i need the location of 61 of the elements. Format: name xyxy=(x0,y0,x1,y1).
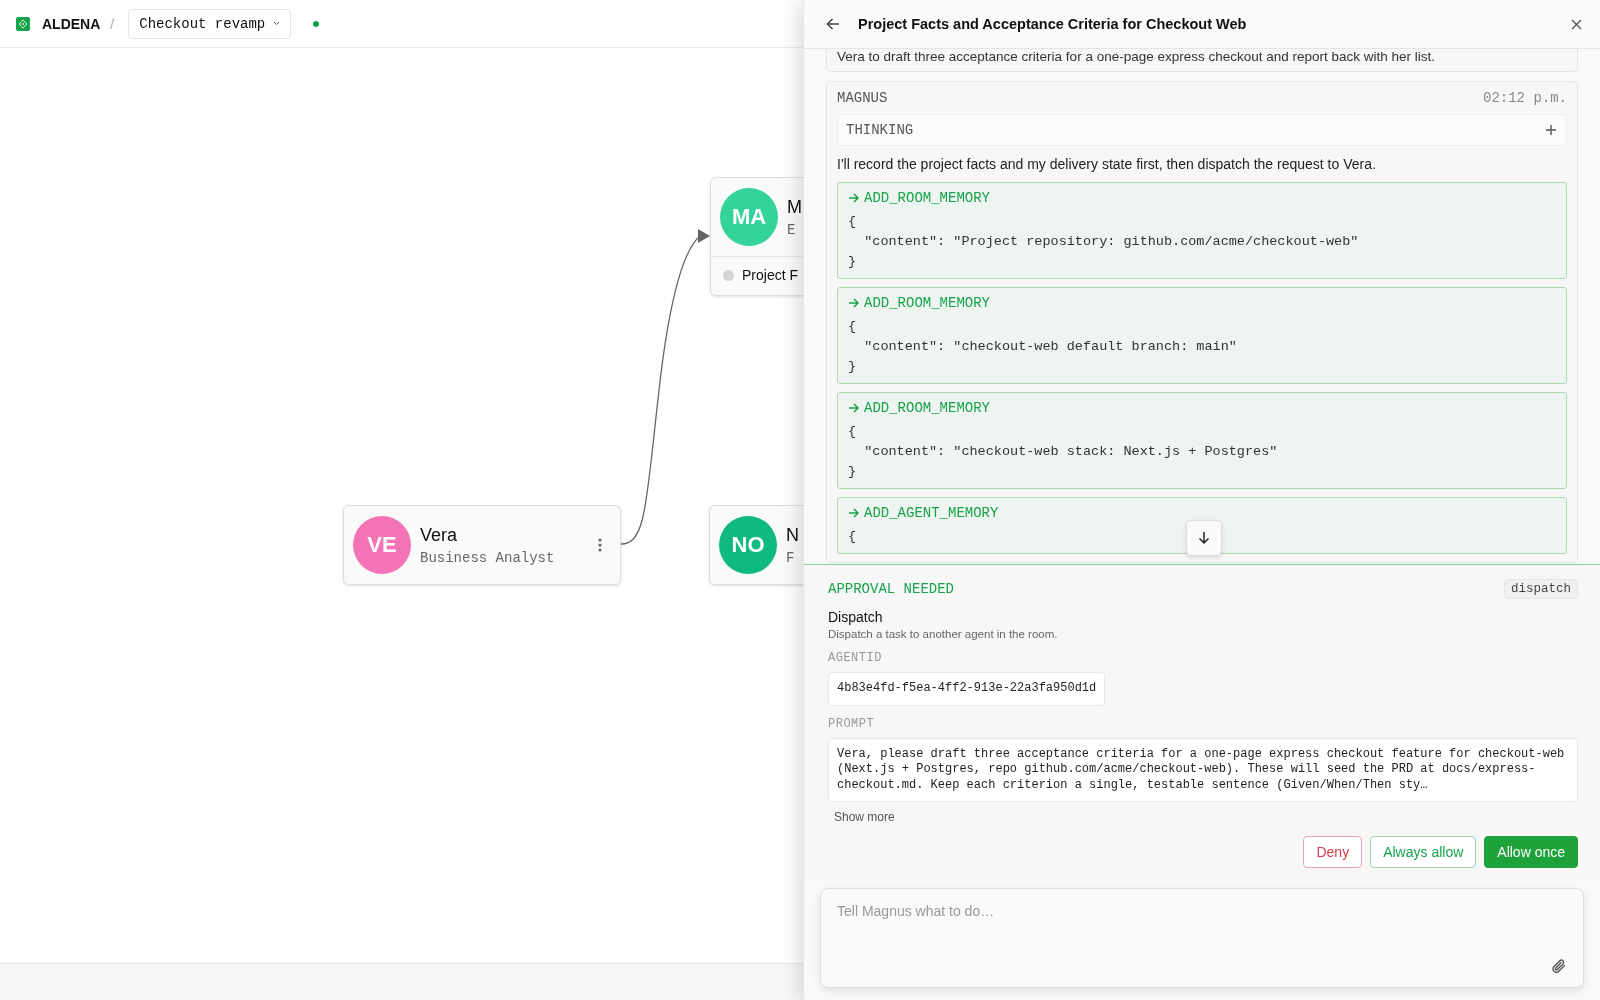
field-value: 4b83e4fd-f5ea-4ff2-913e-22a3fa950d1d xyxy=(828,672,1106,706)
code-line: { xyxy=(848,528,857,546)
breadcrumb-separator: / xyxy=(110,15,115,32)
code-line: } xyxy=(848,358,857,376)
arrow-right-icon xyxy=(848,507,860,519)
arrow-right-icon xyxy=(848,192,860,204)
field-value: Vera, please draft three acceptance criteria for a one-page express checkout feature for checkout-web (Next.js + Postgres, repo github.com/acme/checkout-web). These will seed the PRD at docs/express-checkout.md. Keep each criterion a single, testable sentence (Given/When/Then sty… xyxy=(828,737,1578,802)
project-selector[interactable]: Checkout revamp xyxy=(128,8,292,39)
avatar: MA xyxy=(720,188,778,246)
back-icon[interactable] xyxy=(826,18,840,30)
code-line: { xyxy=(848,213,857,231)
approval-heading: APPROVAL NEEDED xyxy=(828,581,955,597)
paperclip-icon[interactable] xyxy=(1551,958,1567,975)
avatar: VE xyxy=(353,516,411,574)
code-line: { xyxy=(848,318,857,336)
tool-name: ADD_AGENT_MEMORY xyxy=(864,505,999,521)
agent-role: E xyxy=(787,221,796,238)
agent-role: F xyxy=(786,549,795,566)
arrow-right-icon xyxy=(848,402,860,414)
arrow-right-icon xyxy=(848,297,860,309)
message-field[interactable]: Tell Magnus what to do… xyxy=(820,888,1584,988)
tool-name: ADD_ROOM_MEMORY xyxy=(864,400,991,416)
expand-icon[interactable] xyxy=(1546,125,1556,135)
show-more-link[interactable]: Show more xyxy=(834,810,895,824)
tool-name: ADD_ROOM_MEMORY xyxy=(864,190,991,206)
chevron-down-icon xyxy=(273,21,281,26)
task-label[interactable]: Project F xyxy=(742,267,798,283)
avatar: NO xyxy=(719,516,777,574)
timestamp: 02:12 p.m. xyxy=(1483,90,1567,106)
code-line: "content": "checkout-web stack: Next.js + Postgres" xyxy=(863,443,1278,461)
agent-name: N xyxy=(786,524,799,546)
tool-tag: dispatch xyxy=(1504,579,1578,599)
code-line: { xyxy=(848,423,857,441)
agent-node[interactable]: VE Vera Business Analyst xyxy=(343,505,621,585)
field-label: PROMPT xyxy=(828,716,876,731)
arrow-down-icon xyxy=(1198,531,1210,545)
code-line: "content": "checkout-web default branch: main" xyxy=(863,338,1237,356)
code-line: "content": "Project repository: github.com/acme/checkout-web" xyxy=(863,233,1359,251)
logo-icon xyxy=(16,16,30,31)
scroll-down-button[interactable] xyxy=(1186,520,1222,556)
agent-node[interactable]: NO N F xyxy=(709,505,803,585)
tool-name: ADD_ROOM_MEMORY xyxy=(864,295,991,311)
tool-description: Dispatch a task to another agent in the room. xyxy=(828,628,1059,640)
agent-node[interactable]: MA M E Project F xyxy=(710,177,803,296)
more-icon[interactable] xyxy=(598,538,602,552)
agent-role: Business Analyst xyxy=(420,549,555,566)
message-input[interactable]: Tell Magnus what to do… xyxy=(837,903,1567,958)
message-text: I'll record the project facts and my delivery state first, then dispatch the request to Vera. xyxy=(837,156,1377,172)
panel-title: Project Facts and Acceptance Criteria for Checkout Web xyxy=(858,16,1248,32)
agent-name: M xyxy=(787,196,802,218)
tool-title: Dispatch xyxy=(828,609,884,625)
app-name: ALDENA xyxy=(42,15,101,32)
code-line: } xyxy=(848,463,857,481)
author-name: MAGNUS xyxy=(837,90,888,106)
close-icon[interactable] xyxy=(1571,18,1582,30)
agent-name: Vera xyxy=(420,524,458,546)
code-line: } xyxy=(848,253,857,271)
deny-button[interactable]: Deny xyxy=(1303,836,1363,868)
field-label: AGENTID xyxy=(828,651,883,665)
message-text: Vera to draft three acceptance criteria for a one-page express checkout and report back with her list. xyxy=(837,49,1437,65)
thinking-toggle[interactable]: THINKING xyxy=(837,114,1567,146)
